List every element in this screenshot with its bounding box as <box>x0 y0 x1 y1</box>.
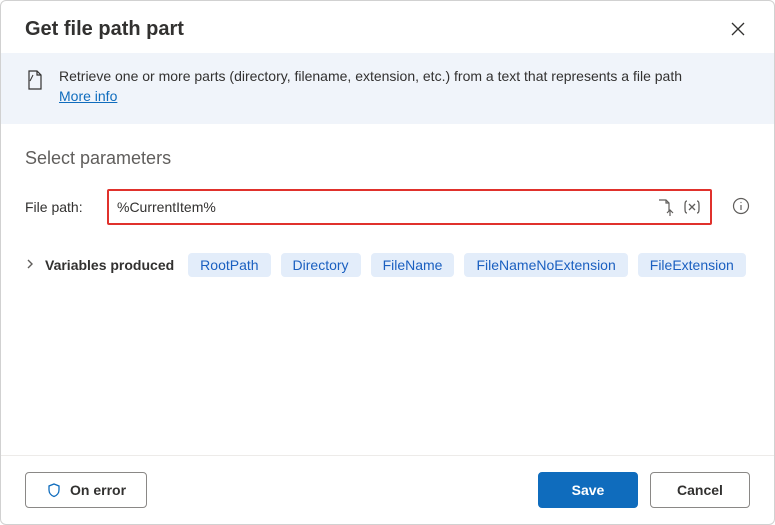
chevron-right-icon <box>25 258 35 270</box>
file-path-label: File path: <box>25 199 95 215</box>
cancel-button[interactable]: Cancel <box>650 472 750 508</box>
variable-chip-rootpath[interactable]: RootPath <box>188 253 270 277</box>
section-title: Select parameters <box>25 148 750 169</box>
on-error-label: On error <box>70 482 126 498</box>
info-banner: Retrieve one or more parts (directory, f… <box>1 53 774 124</box>
variable-icon <box>682 199 702 215</box>
variables-toggle[interactable] <box>25 257 35 273</box>
file-picker-icon <box>656 198 674 216</box>
variable-chip-directory[interactable]: Directory <box>281 253 361 277</box>
dialog-footer: On error Save Cancel <box>1 455 774 524</box>
info-icon <box>732 197 750 215</box>
file-path-input[interactable] <box>117 199 656 215</box>
file-path-input-wrap <box>107 189 712 225</box>
file-icon <box>25 69 45 94</box>
close-button[interactable] <box>726 17 750 41</box>
variable-chip-fileextension[interactable]: FileExtension <box>638 253 746 277</box>
footer-actions: Save Cancel <box>538 472 750 508</box>
save-button[interactable]: Save <box>538 472 638 508</box>
variable-chip-filenamenoextension[interactable]: FileNameNoExtension <box>464 253 627 277</box>
file-path-info-button[interactable] <box>732 197 750 218</box>
variable-chip-filename[interactable]: FileName <box>371 253 455 277</box>
input-icons <box>656 198 702 216</box>
dialog-header: Get file path part <box>1 1 774 53</box>
banner-text: Retrieve one or more parts (directory, f… <box>59 67 682 106</box>
banner-description: Retrieve one or more parts (directory, f… <box>59 68 682 84</box>
shield-icon <box>46 482 62 498</box>
file-path-row: File path: <box>25 189 750 225</box>
variables-produced-label: Variables produced <box>45 257 174 273</box>
variables-produced-row: Variables produced RootPath Directory Fi… <box>25 253 750 277</box>
dialog-title: Get file path part <box>25 18 184 41</box>
file-picker-button[interactable] <box>656 198 674 216</box>
close-icon <box>731 22 745 36</box>
variable-picker-button[interactable] <box>682 199 702 215</box>
dialog: Get file path part Retrieve one or more … <box>0 0 775 525</box>
more-info-link[interactable]: More info <box>59 88 117 104</box>
on-error-button[interactable]: On error <box>25 472 147 508</box>
dialog-body: Select parameters File path: <box>1 124 774 455</box>
